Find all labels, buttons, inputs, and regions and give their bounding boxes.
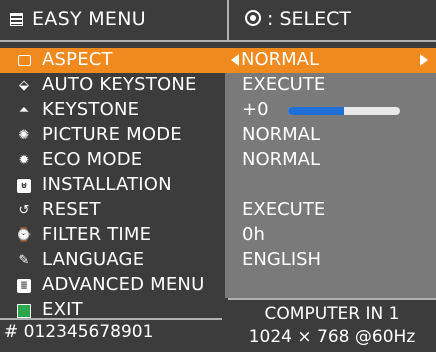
language-icon: ✎ — [18, 253, 30, 268]
menu-item-label: ASPECT — [42, 49, 113, 70]
installation-icon: ⊍ — [16, 178, 32, 193]
menu-item-auto-keystone[interactable]: ⬙ AUTO KEYSTONE EXECUTE — [0, 73, 436, 98]
menu-item-picture-mode[interactable]: ✺ PICTURE MODE NORMAL — [0, 123, 436, 148]
menu-item-value: NORMAL — [242, 124, 321, 145]
menu-item-value: +0 — [242, 99, 269, 120]
menu-item-label: INSTALLATION — [42, 174, 172, 195]
auto-keystone-icon: ⬙ — [19, 78, 29, 93]
menu-item-advanced-menu[interactable]: ≣ ADVANCED MENU — [0, 273, 436, 298]
menu-title: EASY MENU — [32, 8, 146, 30]
menu-item-label: AUTO KEYSTONE — [42, 74, 197, 95]
menu-header: EASY MENU : SELECT — [0, 0, 436, 42]
menu-item-value: EXECUTE — [242, 74, 326, 95]
menu-item-reset[interactable]: ↺ RESET EXECUTE — [0, 198, 436, 223]
menu-item-label: KEYSTONE — [42, 99, 140, 120]
arrow-left-icon[interactable] — [231, 54, 239, 66]
picture-mode-icon: ✺ — [18, 128, 30, 143]
menu-item-label: FILTER TIME — [42, 224, 152, 245]
menu-item-label: RESET — [42, 199, 101, 220]
menu-item-label: LANGUAGE — [42, 249, 145, 270]
keystone-icon: ⏶ — [18, 103, 30, 118]
arrow-right-icon[interactable] — [420, 54, 428, 66]
menu-item-keystone[interactable]: ⏶ KEYSTONE +0 — [0, 98, 436, 123]
menu-item-value: NORMAL — [242, 149, 321, 170]
reset-icon: ↺ — [18, 203, 30, 218]
menu-item-language[interactable]: ✎ LANGUAGE ENGLISH — [0, 248, 436, 273]
exit-icon — [16, 303, 32, 318]
menu-item-eco-mode[interactable]: ✹ ECO MODE NORMAL — [0, 148, 436, 173]
menu-item-label: PICTURE MODE — [42, 124, 182, 145]
input-status-box: COMPUTER IN 1 1024 × 768 @60Hz — [228, 298, 436, 352]
eco-mode-icon: ✹ — [18, 153, 30, 168]
keystone-slider[interactable] — [288, 107, 400, 115]
easy-menu-list: ASPECT NORMAL ⬙ AUTO KEYSTONE EXECUTE ⏶ … — [0, 48, 436, 323]
menu-item-label: EXIT — [42, 299, 83, 320]
filter-time-icon: ⌚ — [15, 228, 33, 243]
select-hint: : SELECT — [267, 8, 351, 30]
menu-item-aspect[interactable]: ASPECT NORMAL — [0, 48, 436, 73]
signal-resolution: 1024 × 768 @60Hz — [248, 327, 416, 347]
menu-item-value: EXECUTE — [242, 199, 326, 220]
menu-item-installation[interactable]: ⊍ INSTALLATION — [0, 173, 436, 198]
advanced-menu-icon: ≣ — [16, 278, 32, 293]
serial-number: # 012345678901 — [4, 322, 154, 342]
menu-item-label: ECO MODE — [42, 149, 143, 170]
aspect-icon — [16, 53, 32, 68]
menu-item-label: ADVANCED MENU — [42, 274, 205, 295]
input-source: COMPUTER IN 1 — [264, 304, 400, 324]
menu-item-value: ENGLISH — [242, 249, 322, 270]
list-icon — [10, 13, 23, 26]
footer-divider — [0, 318, 222, 320]
keystone-slider-fill — [288, 107, 344, 115]
header-divider — [227, 0, 229, 40]
dpad-icon — [245, 10, 261, 26]
menu-item-value: NORMAL — [241, 49, 320, 70]
menu-item-value: 0h — [242, 224, 265, 245]
menu-item-filter-time[interactable]: ⌚ FILTER TIME 0h — [0, 223, 436, 248]
